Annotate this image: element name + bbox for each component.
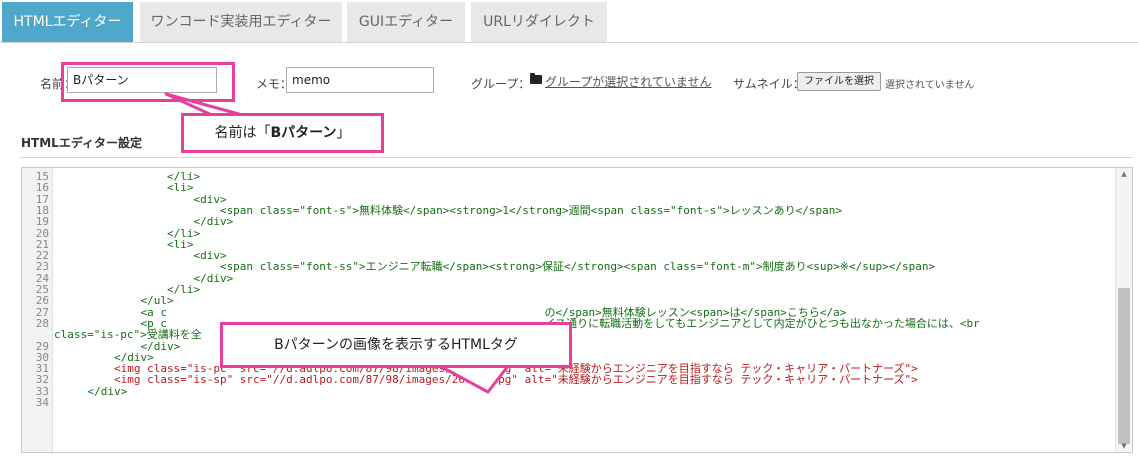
scroll-down-arrow-icon[interactable]: ▼	[1116, 440, 1132, 452]
group-select-link[interactable]: グループが選択されていません	[545, 73, 712, 90]
file-status-text: 選択されていません	[885, 80, 975, 91]
line-number: 29	[35, 339, 49, 353]
editor-scrollbar[interactable]: ▲ ▼	[1115, 168, 1132, 452]
section-divider	[20, 157, 1133, 158]
file-select-button[interactable]: ファイルを選択	[797, 72, 881, 91]
line-number: 28	[35, 316, 49, 330]
tab-one-code-editor[interactable]: ワンコード実装用エディター	[140, 2, 342, 42]
code-text: <div>	[61, 192, 227, 206]
code-text: </li>	[61, 226, 201, 240]
code-text: </div>	[61, 339, 181, 353]
code-text: <span class="font-ss">エンジニア転職</span><str…	[61, 260, 936, 274]
code-text: </ul>	[61, 294, 174, 308]
line-number: 26	[35, 294, 49, 308]
name-input[interactable]: Bパターン	[67, 67, 217, 93]
code-editor[interactable]: 15 </li> 16 <li> 17 <div> 18 <span class="f…	[21, 167, 1133, 453]
line-number: 23	[35, 260, 49, 274]
folder-icon	[530, 73, 542, 84]
tab-url-redirect[interactable]: URLリダイレクト	[471, 2, 607, 42]
name-callout: 名前は「Bパターン」	[181, 113, 384, 153]
thumbnail-label: サムネイル：	[733, 77, 805, 91]
html-tag-callout: Bパターンの画像を表示するHTMLタグ	[220, 322, 572, 368]
group-label: グループ：	[471, 77, 531, 91]
line-number: 17	[35, 192, 49, 206]
line-number: 32	[35, 373, 49, 387]
code-text: </div>	[61, 384, 128, 398]
name-callout-prefix: 名前は「	[214, 125, 271, 141]
line-number: 20	[35, 226, 49, 240]
scroll-thumb[interactable]	[1118, 288, 1130, 444]
line-number: 27	[35, 305, 49, 319]
tab-html-editor[interactable]: HTMLエディター	[2, 2, 133, 42]
code-text: <li>	[61, 181, 194, 195]
code-text: </div>	[61, 215, 234, 229]
section-title: HTMLエディター設定	[21, 136, 142, 150]
line-number: 19	[35, 215, 49, 229]
memo-input[interactable]: memo	[286, 67, 434, 93]
scroll-up-arrow-icon[interactable]: ▲	[1116, 168, 1132, 180]
tab-gui-editor[interactable]: GUIエディター	[347, 2, 465, 42]
code-lines: 15 </li> 16 <li> 17 <div> 18 <span class="f…	[22, 168, 1117, 452]
name-callout-bold: Bパターン	[270, 125, 337, 141]
line-number: 16	[35, 181, 49, 195]
line-number: 34	[35, 396, 49, 409]
name-callout-suffix: 」	[336, 125, 351, 141]
code-text: class="is-pc">受講料を全	[54, 328, 202, 342]
editor-tabs: HTMLエディター ワンコード実装用エディター GUIエディター URLリダイレ…	[0, 0, 1138, 43]
code-text: <img class="is-sp" src="//d.adlpo.com/87…	[61, 373, 918, 387]
code-text: <a c の</span>無料体験レッスン<span>は</span>こちら</…	[61, 305, 847, 319]
